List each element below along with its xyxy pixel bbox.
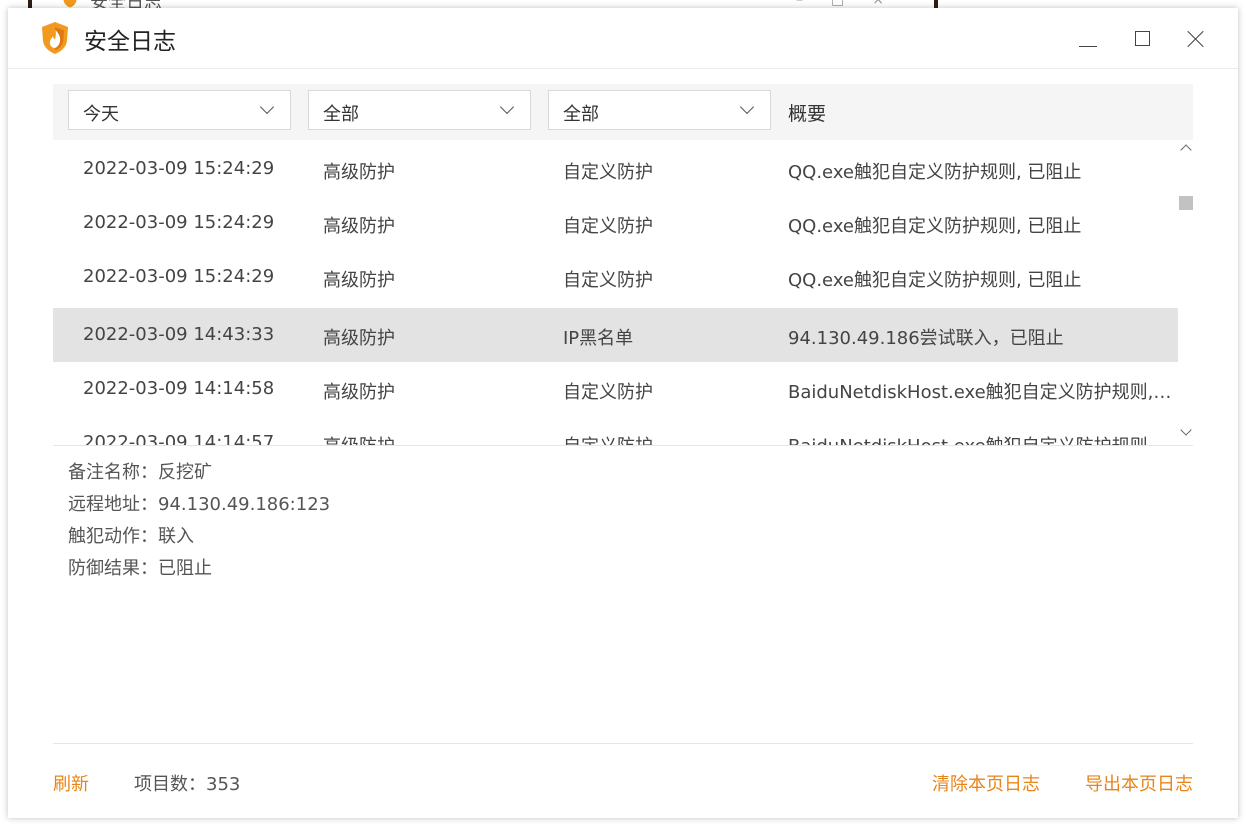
log-time: 2022-03-09 14:14:57 — [83, 432, 275, 446]
detail-remote-address: 远程地址：94.130.49.186:123 — [68, 490, 330, 522]
log-level: 高级防护 — [323, 382, 395, 403]
log-row[interactable]: 2022-03-09 15:24:29 高级防护 自定义防护 QQ.exe触犯自… — [53, 196, 1178, 250]
chevron-down-icon — [259, 99, 275, 115]
log-type: 自定义防护 — [563, 216, 653, 237]
log-level: 高级防护 — [323, 216, 395, 237]
log-time: 2022-03-09 15:24:29 — [83, 212, 275, 233]
level-filter-value: 全部 — [323, 104, 359, 125]
log-time: 2022-03-09 15:24:29 — [83, 266, 275, 287]
log-time: 2022-03-09 15:24:29 — [83, 158, 275, 179]
shield-flame-icon — [42, 22, 68, 54]
log-summary: 94.130.49.186尝试联入，已阻止 — [788, 328, 1064, 349]
type-filter-select[interactable]: 全部 — [548, 90, 771, 130]
minimize-button[interactable] — [1070, 22, 1106, 54]
log-row[interactable]: 2022-03-09 15:24:29 高级防护 自定义防护 QQ.exe触犯自… — [53, 142, 1178, 196]
log-row[interactable]: 2022-03-09 15:24:29 高级防护 自定义防护 QQ.exe触犯自… — [53, 250, 1178, 304]
log-level: 高级防护 — [323, 270, 395, 291]
detail-remark-name: 备注名称：反挖矿 — [68, 458, 330, 490]
log-list: 2022-03-09 15:24:29 高级防护 自定义防护 QQ.exe触犯自… — [53, 142, 1193, 446]
detail-value: 94.130.49.186:123 — [158, 494, 331, 515]
log-level: 高级防护 — [323, 328, 395, 349]
type-filter-value: 全部 — [563, 104, 599, 125]
export-page-log-link[interactable]: 导出本页日志 — [1085, 770, 1193, 796]
filter-bar: 今天 全部 全部 概要 — [53, 84, 1193, 140]
log-type: 自定义防护 — [563, 162, 653, 183]
log-row[interactable]: 2022-03-09 14:14:57 高级防护 自定义防护 BaiduNetd… — [53, 416, 1178, 446]
level-filter-select[interactable]: 全部 — [308, 90, 531, 130]
refresh-link[interactable]: 刷新 — [53, 770, 89, 796]
log-type: 自定义防护 — [563, 432, 653, 445]
log-summary: QQ.exe触犯自定义防护规则, 已阻止 — [788, 270, 1082, 291]
security-log-window: 安全日志 今天 全部 全部 概要 2022-03-09 15:24:29 高级防… — [8, 8, 1238, 818]
close-button[interactable] — [1178, 22, 1214, 54]
log-summary: QQ.exe触犯自定义防护规则, 已阻止 — [788, 216, 1082, 237]
log-summary: QQ.exe触犯自定义防护规则, 已阻止 — [788, 162, 1082, 183]
log-list-scrollbar[interactable] — [1178, 142, 1194, 445]
log-row-selected[interactable]: 2022-03-09 14:43:33 高级防护 IP黑名单 94.130.49… — [53, 308, 1178, 362]
date-filter-select[interactable]: 今天 — [68, 90, 291, 130]
detail-value: 已阻止 — [158, 558, 212, 579]
window-title: 安全日志 — [84, 29, 176, 55]
log-level: 高级防护 — [323, 432, 395, 445]
log-summary: BaiduNetdiskHost.exe触犯自定义防护规则, 已阻止 — [788, 382, 1173, 403]
log-type: 自定义防护 — [563, 382, 653, 403]
detail-label: 防御结果： — [68, 558, 158, 579]
chevron-down-icon — [499, 99, 515, 115]
log-detail-panel: 备注名称：反挖矿 远程地址：94.130.49.186:123 触犯动作：联入 … — [68, 458, 330, 586]
chevron-up-icon[interactable] — [1180, 144, 1192, 156]
log-level: 高级防护 — [323, 162, 395, 183]
detail-label: 远程地址： — [68, 494, 158, 515]
title-bar: 安全日志 — [8, 8, 1238, 69]
detail-label: 触犯动作： — [68, 526, 158, 547]
date-filter-value: 今天 — [83, 104, 119, 125]
log-type: IP黑名单 — [563, 328, 634, 349]
shield-flame-icon — [63, 0, 77, 8]
chevron-down-icon — [739, 99, 755, 115]
scrollbar-thumb[interactable] — [1179, 196, 1193, 210]
item-count: 项目数：353 — [134, 774, 241, 795]
log-row[interactable]: 2022-03-09 14:14:58 高级防护 自定义防护 BaiduNetd… — [53, 362, 1178, 416]
maximize-button[interactable] — [1124, 22, 1160, 54]
log-summary: BaiduNetdiskHost.exe触犯自定义防护规则, 已阻止 — [788, 432, 1173, 445]
footer-divider — [53, 743, 1193, 744]
log-time: 2022-03-09 14:43:33 — [83, 324, 275, 345]
detail-result: 防御结果：已阻止 — [68, 554, 330, 586]
detail-action: 触犯动作：联入 — [68, 522, 330, 554]
detail-value: 联入 — [158, 526, 194, 547]
background-window-controls: –□× — [796, 0, 912, 8]
log-type: 自定义防护 — [563, 270, 653, 291]
summary-column-header: 概要 — [788, 103, 827, 125]
log-time: 2022-03-09 14:14:58 — [83, 378, 275, 399]
chevron-down-icon[interactable] — [1180, 424, 1192, 436]
detail-value: 反挖矿 — [158, 462, 212, 483]
clear-page-log-link[interactable]: 清除本页日志 — [932, 770, 1040, 796]
detail-label: 备注名称： — [68, 462, 158, 483]
